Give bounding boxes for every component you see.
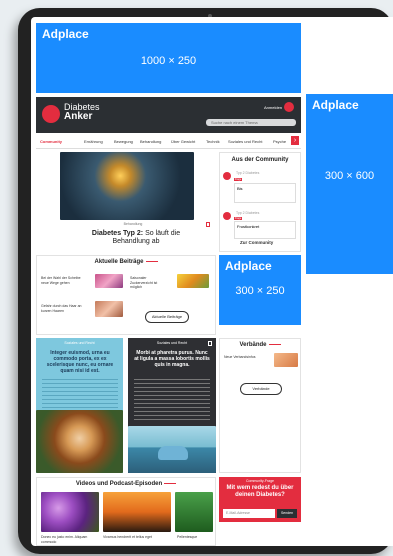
card-text bbox=[134, 376, 210, 420]
avatar bbox=[223, 172, 231, 180]
box-label: Community-Frage bbox=[245, 479, 274, 483]
aktuelle-beitraege: Aktuelle Beiträge Bei der Wahl der Schei… bbox=[36, 255, 216, 335]
question-box: Community-Frage Mit wem redest du über d… bbox=[219, 477, 301, 546]
community-title: Aus der Community bbox=[231, 157, 289, 163]
post-user: Typ 2 Diabetes bbox=[236, 211, 260, 215]
search-input[interactable]: Suche nach einem Thema bbox=[206, 119, 296, 126]
screen: Adplace 1000 × 250 Adplace 300 × 600 Dia… bbox=[31, 17, 393, 546]
ad-size: 300 × 250 bbox=[235, 285, 285, 297]
user-icon[interactable] bbox=[284, 102, 294, 112]
ad-side[interactable]: Adplace 300 × 600 bbox=[306, 94, 393, 274]
article-image bbox=[95, 274, 123, 288]
verbaende-box: Verbände Neue Verbandsinfos Verbände bbox=[219, 338, 301, 473]
hero-category: Behandlung bbox=[123, 222, 143, 226]
ad-label: Adplace bbox=[312, 98, 359, 112]
article-card-soziales-1[interactable]: Soziales und Recht Integer euismod, urna… bbox=[36, 338, 123, 473]
bookmark-icon[interactable] bbox=[208, 341, 212, 346]
nav-item-uebergewicht[interactable]: Über Gewicht bbox=[171, 139, 195, 144]
nav-item-community[interactable]: Community bbox=[40, 139, 62, 144]
logo-icon bbox=[42, 105, 60, 123]
video-thumbnail[interactable] bbox=[103, 492, 171, 532]
ad-size: 300 × 600 bbox=[324, 170, 375, 182]
beitraege-title: Aktuelle Beiträge bbox=[37, 259, 215, 265]
box-title: Mit wem redest du über deinen Diabetes? bbox=[226, 485, 294, 498]
post-preview[interactable]: Bis bbox=[234, 183, 296, 203]
list-item[interactable]: Neue Verbandsinfos bbox=[224, 355, 264, 360]
nav-item-soziales[interactable]: Soziales und Recht bbox=[228, 139, 262, 144]
nav-item-bewegung[interactable]: Bewegung bbox=[114, 139, 133, 144]
videos-title: Videos und Podcast-Episoden bbox=[37, 481, 215, 487]
video-title[interactable]: Donec eu justo enim. Aliquam commodo bbox=[41, 535, 99, 544]
login-link[interactable]: Anmelden bbox=[264, 105, 282, 110]
ad-top[interactable]: Adplace 1000 × 250 bbox=[36, 23, 301, 93]
nav-item-psyche[interactable]: Psyche bbox=[273, 139, 286, 144]
ad-mid[interactable]: Adplace 300 × 250 bbox=[219, 255, 301, 325]
verbaende-button[interactable]: Verbände bbox=[240, 383, 282, 395]
beitraege-button[interactable]: Aktuelle Beiträge bbox=[145, 311, 189, 323]
nav-item-behandlung[interactable]: Behandlung bbox=[140, 139, 161, 144]
submit-button[interactable]: Senden bbox=[277, 509, 297, 518]
hero-article[interactable]: Behandlung Diabetes Typ 2: So läuft die … bbox=[53, 152, 213, 252]
ad-label: Adplace bbox=[225, 259, 272, 273]
site-header: Diabetes Anker Anmelden Suche nach einem… bbox=[36, 97, 301, 133]
list-item[interactable]: Gefahr durch das Haar an kurzen Haaren bbox=[41, 304, 86, 313]
logo[interactable]: Diabetes Anker bbox=[64, 103, 100, 122]
community-box: Aus der Community Typ 2 Diabetes Frage B… bbox=[219, 152, 301, 252]
post-preview[interactable]: Frustkonkret bbox=[234, 221, 296, 239]
card-image bbox=[36, 410, 123, 473]
list-item[interactable]: Saisonaler Zuckerverzicht ist möglich bbox=[130, 276, 170, 290]
logo-line2: Anker bbox=[64, 111, 93, 122]
tag-badge: Frage bbox=[234, 217, 242, 220]
ad-size: 1000 × 250 bbox=[140, 55, 197, 67]
card-title: Integer euismod, urna eu commodo porta, … bbox=[46, 350, 114, 374]
card-title: Morbi at pharetra purus. Nunc at ligula … bbox=[134, 350, 210, 368]
main-nav: Community Ernährung Bewegung Behandlung … bbox=[36, 134, 301, 149]
ad-label: Adplace bbox=[42, 27, 89, 41]
card-category: Soziales und Recht bbox=[156, 341, 188, 345]
article-image bbox=[95, 301, 123, 317]
tag-badge: Frage bbox=[234, 178, 242, 181]
video-title[interactable]: Vivamus hendrerit et tellus eget bbox=[103, 535, 171, 540]
verbaende-title: Verbände bbox=[220, 342, 300, 348]
post-user: Typ 2 Diabetes bbox=[236, 171, 260, 175]
list-item[interactable]: Bei der Wahl der Scheibe neue Wege gehen bbox=[41, 276, 86, 285]
chevron-right-icon[interactable]: › bbox=[291, 136, 299, 145]
avatar bbox=[223, 212, 231, 220]
video-thumbnail[interactable] bbox=[175, 492, 213, 532]
car-image bbox=[158, 446, 188, 460]
hero-title: Diabetes Typ 2: So läuft die Behandlung … bbox=[91, 230, 181, 245]
video-title[interactable]: Pellentesque bbox=[177, 535, 213, 540]
videos-section: Videos und Podcast-Episoden Donec eu jus… bbox=[36, 477, 216, 546]
email-input[interactable]: E-Mail-Adresse bbox=[223, 509, 275, 518]
video-thumbnail[interactable] bbox=[41, 492, 99, 532]
community-button[interactable]: Zur Community bbox=[240, 240, 273, 246]
article-image bbox=[177, 274, 209, 288]
article-card-soziales-2[interactable]: Soziales und Recht Morbi at pharetra pur… bbox=[128, 338, 216, 473]
hero-image bbox=[60, 152, 194, 220]
nav-item-ernaehrung[interactable]: Ernährung bbox=[84, 139, 103, 144]
nav-item-technik[interactable]: Technik bbox=[206, 139, 220, 144]
card-text bbox=[42, 376, 118, 408]
list-image bbox=[274, 353, 298, 367]
card-category: Soziales und Recht bbox=[64, 341, 95, 345]
box-footer bbox=[219, 522, 301, 546]
